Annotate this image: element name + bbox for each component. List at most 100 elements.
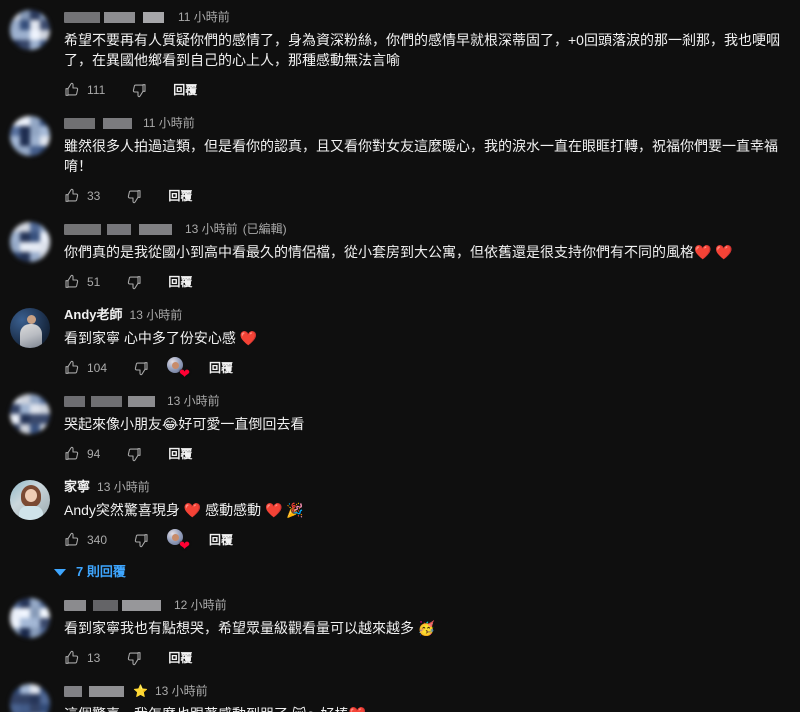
replies-toggle[interactable]: 7 則回覆 — [46, 556, 134, 588]
comment-timestamp[interactable]: 13 小時前 — [167, 392, 220, 410]
reply-button[interactable]: 回覆 — [201, 524, 241, 556]
avatar-pixel — [20, 598, 30, 608]
comment-author[interactable]: hidden — [64, 395, 160, 407]
like-button[interactable]: 33 — [56, 180, 108, 212]
comment-item: hidden⭐13 小時前這個驚喜，我怎麼也跟著感動到哭了 😿～好棒❤️16回覆 — [0, 674, 800, 712]
comment-text: 哭起來像小朋友😂好可愛一直倒回去看 — [64, 416, 305, 432]
censored-name-block — [103, 117, 132, 129]
dislike-button[interactable] — [118, 266, 150, 298]
creator-heart-badge[interactable]: ❤ — [167, 529, 191, 553]
avatar-pixel — [30, 136, 40, 146]
avatar-pixel — [20, 40, 30, 50]
reply-button[interactable]: 回覆 — [160, 438, 200, 470]
comment-header: Andy老師 13 小時前 — [64, 306, 792, 324]
avatar-pixel — [10, 684, 20, 694]
avatar[interactable] — [10, 222, 50, 262]
reply-button[interactable]: 回覆 — [165, 74, 205, 106]
comment-actions: 104 ❤ 回覆 — [56, 352, 792, 384]
avatar-pixel — [30, 684, 40, 694]
reply-button[interactable]: 回覆 — [201, 352, 241, 384]
avatar[interactable] — [10, 308, 50, 348]
heart-icon: ❤ — [179, 538, 191, 553]
censored-name-block — [64, 223, 101, 235]
comment-timestamp[interactable]: 13 小時前 — [130, 306, 183, 324]
comment-author[interactable]: 家寧 — [64, 478, 90, 496]
avatar[interactable] — [10, 684, 50, 712]
like-button[interactable]: 94 — [56, 438, 108, 470]
like-button[interactable]: 51 — [56, 266, 108, 298]
comment-author[interactable]: hidden — [64, 223, 178, 235]
avatar-pixel — [20, 20, 30, 30]
comment-author[interactable]: hidden — [64, 117, 136, 129]
comment-item: Andy老師 13 小時前 看到家寧 心中多了份安心感 ❤️ 104 ❤ 回覆 — [0, 298, 800, 384]
avatar-figure-top — [19, 506, 43, 520]
dislike-button[interactable] — [118, 180, 150, 212]
reply-button[interactable]: 回覆 — [160, 180, 200, 212]
comment-author[interactable]: hidden — [64, 599, 167, 611]
comment-actions: 94 回覆 — [56, 438, 792, 470]
censored-name-block — [104, 11, 135, 23]
avatar-pixel — [40, 424, 50, 434]
dislike-button[interactable] — [125, 352, 157, 384]
avatar[interactable] — [10, 598, 50, 638]
comment-timestamp[interactable]: 13 小時前 — [97, 478, 150, 496]
avatar-pixel — [20, 404, 30, 414]
avatar-pixel — [20, 10, 30, 20]
avatar-pixel — [40, 598, 50, 608]
comment-timestamp[interactable]: 11 小時前 — [178, 8, 230, 26]
dislike-button[interactable] — [118, 438, 150, 470]
comment-author[interactable]: Andy老師 — [64, 306, 123, 324]
avatar-pixel — [20, 414, 30, 424]
avatar-pixel — [10, 40, 20, 50]
comment-timestamp[interactable]: 11 小時前 — [143, 114, 195, 132]
dislike-button[interactable] — [123, 74, 155, 106]
reply-button[interactable]: 回覆 — [160, 642, 200, 674]
creator-heart-badge[interactable]: ❤ — [167, 357, 191, 381]
comment-author[interactable]: hidden — [64, 685, 128, 697]
avatar-pixel — [20, 628, 30, 638]
comment-timestamp[interactable]: 12 小時前 — [174, 596, 227, 614]
comment-main: hidden 11 小時前希望不要再有人質疑你們的感情了，身為資深粉絲，你們的感情… — [64, 8, 800, 106]
like-button[interactable]: 111 — [56, 74, 113, 106]
thumbs-down-glyph — [134, 534, 148, 548]
thumbs-up-glyph — [65, 274, 79, 288]
like-button[interactable]: 13 — [56, 642, 108, 674]
comment-thread: hidden 12 小時前看到家寧我也有點想哭，希望眾量級觀看量可以越來越多 🥳 1… — [0, 588, 800, 674]
censored-name-block — [64, 599, 86, 611]
dislike-button[interactable] — [125, 524, 157, 556]
avatar-pixel — [20, 684, 30, 694]
comment-author[interactable]: hidden — [64, 11, 171, 23]
avatar-pixel — [20, 232, 30, 242]
thumbs-down-glyph — [128, 276, 141, 290]
avatar-pixel — [20, 694, 30, 704]
comment-timestamp[interactable]: 13 小時前 — [155, 682, 208, 700]
like-button[interactable]: 340 — [56, 524, 115, 556]
censored-name-block — [93, 599, 118, 611]
avatar[interactable] — [10, 394, 50, 434]
avatar-pixel — [30, 222, 40, 232]
avatar[interactable] — [10, 116, 50, 156]
avatar-pixel — [40, 40, 50, 50]
avatar[interactable] — [10, 480, 50, 520]
avatar-pixel — [10, 628, 20, 638]
comment-item: hidden 11 小時前雖然很多人拍過這類，但是看你的認真，且又看你對女友這麼暖… — [0, 106, 800, 212]
avatar-pixel — [40, 30, 50, 40]
heart-icon: ❤ — [179, 366, 191, 381]
avatar[interactable] — [10, 10, 50, 50]
dislike-button[interactable] — [118, 642, 150, 674]
thumbs-down-glyph — [134, 362, 148, 376]
avatar-pixel — [40, 618, 50, 628]
like-button[interactable]: 104 — [56, 352, 115, 384]
avatar-pixel — [20, 252, 30, 262]
avatar-pixel — [40, 242, 50, 252]
comment-main: hidden⭐13 小時前這個驚喜，我怎麼也跟著感動到哭了 😿～好棒❤️16回覆 — [64, 682, 800, 712]
avatar-pixel — [20, 136, 30, 146]
avatar-wrap — [10, 682, 50, 712]
comment-item: hidden 11 小時前希望不要再有人質疑你們的感情了，身為資深粉絲，你們的感情… — [0, 0, 800, 106]
avatar-pixel — [10, 618, 20, 628]
reply-button[interactable]: 回覆 — [160, 266, 200, 298]
avatar-figure-head — [27, 315, 36, 324]
thumbs-down-glyph — [128, 190, 141, 204]
comment-timestamp[interactable]: 13 小時前 — [185, 220, 238, 238]
thumbs-down-glyph — [128, 652, 141, 666]
